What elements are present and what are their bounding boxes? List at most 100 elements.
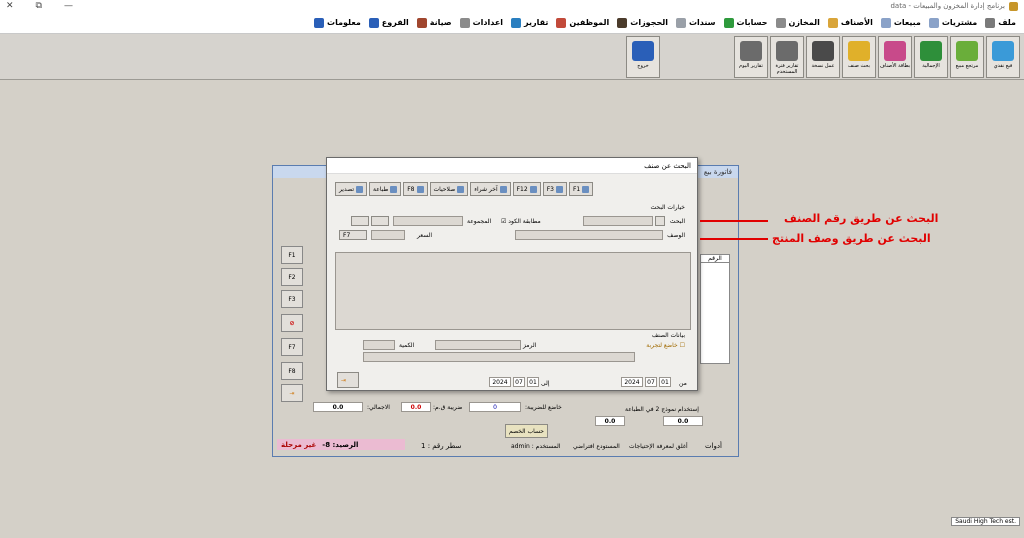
- menu-item-13[interactable]: معلومات: [314, 17, 361, 28]
- menu-item-10[interactable]: اعدادات: [459, 17, 503, 28]
- user-label: المستخدم : admin: [511, 443, 561, 450]
- from-day[interactable]: 01: [659, 377, 671, 387]
- dialog-button-5[interactable]: F8: [403, 182, 428, 196]
- dialog-button-7[interactable]: تصدير: [335, 182, 368, 196]
- exit-icon: [529, 185, 537, 193]
- toolbar-label: الإجمالية: [922, 63, 940, 69]
- menu-label: الفروع: [381, 18, 409, 27]
- item-details-field[interactable]: [363, 352, 635, 362]
- cancel-icon[interactable]: ⊘: [281, 314, 303, 332]
- menu-label: ملف: [998, 18, 1016, 27]
- annotation-arrow-1: [700, 220, 768, 222]
- items-icon: [827, 17, 838, 28]
- dialog-button-3[interactable]: آخر شراء: [470, 182, 511, 196]
- toolbar-button-3[interactable]: بطاقة الأصناف: [878, 36, 912, 78]
- brand-label: Saudi High Tech est.: [951, 517, 1020, 526]
- branches-icon: [368, 17, 379, 28]
- menu-item-0[interactable]: ملف: [985, 17, 1016, 28]
- stores-icon: [775, 17, 786, 28]
- menu-item-12[interactable]: الفروع: [368, 17, 409, 28]
- search-options-label: خيارات البحث: [650, 204, 685, 211]
- dialog-button-label: F1: [572, 185, 581, 193]
- search-icon[interactable]: [655, 216, 665, 226]
- side-button-f3[interactable]: F3: [281, 290, 303, 308]
- side-button-f1[interactable]: F1: [281, 246, 303, 264]
- balance-bar: غير مرحلة الرصيد: 8-: [277, 439, 405, 450]
- accounts-icon: [723, 17, 734, 28]
- minimize-icon[interactable]: —: [64, 1, 73, 11]
- export-icon: [356, 185, 364, 193]
- toolbar-button-8[interactable]: خروج: [626, 36, 660, 78]
- menu-label: المخازن: [788, 18, 820, 27]
- menu-label: مشتريات: [941, 18, 978, 27]
- to-day[interactable]: 01: [527, 377, 539, 387]
- side-button-f7[interactable]: F7: [281, 338, 303, 356]
- toolbar-label: مرتجع مبيع: [955, 63, 979, 69]
- tools-label[interactable]: أدوات: [705, 442, 722, 450]
- toolbar-button-0[interactable]: فيع نقدي: [986, 36, 1020, 78]
- total-label: الاجمالي:: [367, 404, 390, 411]
- restore-icon[interactable]: ⧉: [36, 1, 42, 11]
- toolbar-button-5[interactable]: عمل نسخة: [806, 36, 840, 78]
- exit-icon[interactable]: ⇥: [281, 384, 303, 402]
- menu-item-4[interactable]: المخازن: [775, 17, 820, 28]
- group-input[interactable]: [393, 216, 463, 226]
- side-button-f8[interactable]: F8: [281, 362, 303, 380]
- symbol-label: الرمز: [523, 342, 537, 349]
- search-input[interactable]: [583, 216, 653, 226]
- results-grid[interactable]: [335, 252, 691, 330]
- exit-icon[interactable]: ⇥: [337, 372, 359, 388]
- menu-item-8[interactable]: الموظفين: [556, 17, 609, 28]
- dialog-button-label: تصدير: [339, 185, 355, 193]
- dialog-button-label: F3: [546, 185, 554, 193]
- price-input[interactable]: [371, 230, 405, 240]
- to-year[interactable]: 2024: [489, 377, 511, 387]
- menu-item-3[interactable]: الأصناف: [827, 17, 873, 28]
- toolbar-button-1[interactable]: مرتجع مبيع: [950, 36, 984, 78]
- menu-item-2[interactable]: مبيعات: [880, 17, 921, 28]
- account-label: أغلق لمعرفة الإحتياجات: [629, 443, 688, 450]
- menu-item-9[interactable]: تقارير: [511, 17, 548, 28]
- toolbar-label: تقارير فترة المستخدم: [775, 63, 799, 75]
- tax-label: ضريبة ق.م:: [433, 404, 463, 411]
- f7-button[interactable]: F7: [339, 230, 367, 240]
- menu-bar: ملف مشتريات مبيعات الأصناف المخازن حسابات سندا…: [0, 12, 1024, 34]
- dialog-button-2[interactable]: F12: [512, 182, 541, 196]
- toolbar-button-7[interactable]: تقارير اليوم: [734, 36, 768, 78]
- sale-return-icon: [956, 41, 978, 61]
- dialog-button-4[interactable]: صلاحيات: [429, 182, 469, 196]
- user-report-icon: [776, 41, 798, 61]
- menu-label: صيانة: [429, 18, 452, 27]
- menu-item-5[interactable]: حسابات: [723, 17, 768, 28]
- toolbar-button-4[interactable]: بحث صنف: [842, 36, 876, 78]
- invoice-grid[interactable]: الرقم: [700, 254, 730, 364]
- sales-icon: [880, 17, 891, 28]
- toolbar-label: بحث صنف: [847, 63, 871, 69]
- dialog-button-label: صلاحيات: [433, 185, 456, 193]
- from-month[interactable]: 07: [645, 377, 657, 387]
- dialog-button-0[interactable]: F1: [568, 182, 594, 196]
- toolbar-button-2[interactable]: الإجمالية: [914, 36, 948, 78]
- exit-icon: [632, 41, 654, 61]
- side-button-f2[interactable]: F2: [281, 268, 303, 286]
- to-month[interactable]: 07: [513, 377, 525, 387]
- menu-label: معلومات: [327, 18, 361, 27]
- dialog-button-1[interactable]: F3: [542, 182, 567, 196]
- description-input[interactable]: [515, 230, 663, 240]
- from-year[interactable]: 2024: [621, 377, 643, 387]
- group-browse-button[interactable]: [351, 216, 369, 226]
- symbol-input[interactable]: [435, 340, 521, 350]
- dialog-button-6[interactable]: طباعة: [369, 182, 402, 196]
- menu-label: حسابات: [736, 18, 768, 27]
- diamond-icon[interactable]: [371, 216, 389, 226]
- menu-item-6[interactable]: سندات: [675, 17, 716, 28]
- search-item-dialog: البحث عن صنف F1 F3 F12 آخر شراء صلاحيات F8 طبا…: [326, 157, 698, 391]
- close-icon[interactable]: ✕: [6, 1, 14, 11]
- menu-item-7[interactable]: الحجوزات: [617, 17, 668, 28]
- menu-item-1[interactable]: مشتريات: [928, 17, 978, 28]
- discount-value: 0.0: [595, 416, 625, 426]
- discount-calc-button[interactable]: حساب الخصم: [505, 424, 549, 438]
- menu-item-11[interactable]: صيانة: [416, 17, 452, 28]
- qty-input[interactable]: [363, 340, 395, 350]
- toolbar-button-6[interactable]: تقارير فترة المستخدم: [770, 36, 804, 78]
